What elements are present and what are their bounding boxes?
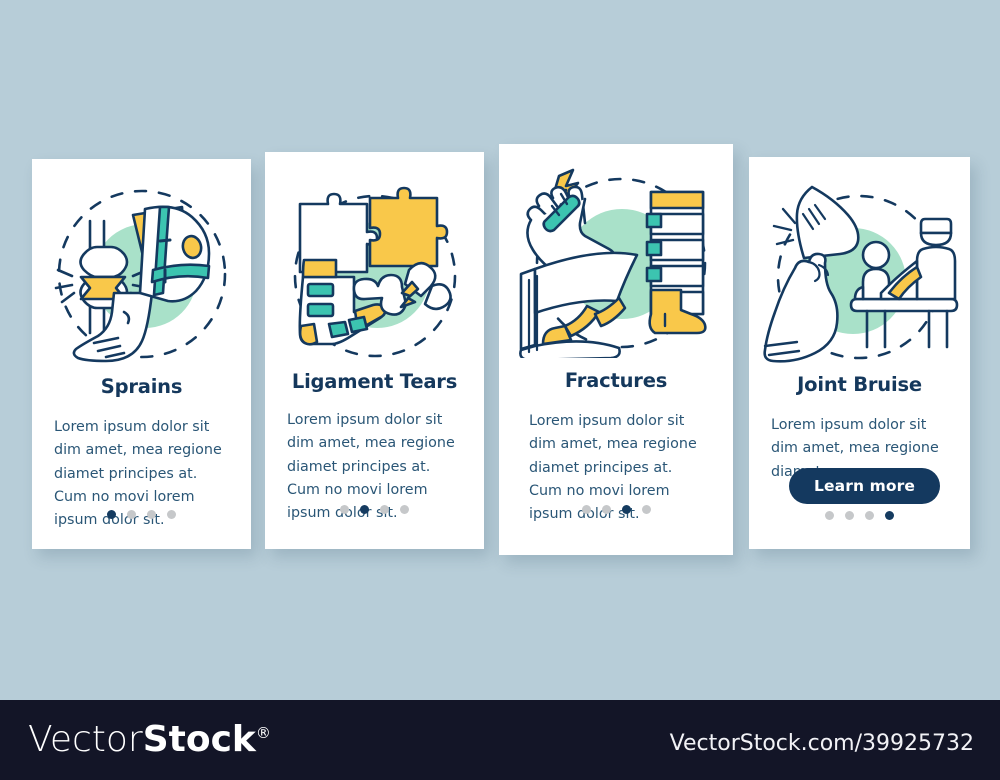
pagination-dot[interactable] xyxy=(601,505,611,514)
torn-ligament-puzzle-icon xyxy=(265,180,484,365)
onboarding-card-ligament-tears[interactable]: Ligament Tears Lorem ipsum dolor sit dim… xyxy=(265,152,484,549)
pagination-dot[interactable] xyxy=(845,511,854,520)
pagination-dot[interactable] xyxy=(127,510,136,519)
pagination-dot[interactable] xyxy=(825,511,834,520)
pagination-dot[interactable] xyxy=(380,505,389,514)
card-title: Ligament Tears xyxy=(291,370,458,393)
pagination-dot[interactable] xyxy=(865,511,874,520)
logo-word-vector: Vector xyxy=(28,719,143,760)
pagination-dot[interactable] xyxy=(340,505,349,514)
card-title: Sprains xyxy=(100,375,183,398)
pagination-dot[interactable] xyxy=(641,505,651,514)
pagination-dot[interactable] xyxy=(167,510,176,519)
pagination-dot[interactable] xyxy=(400,505,409,514)
pagination-dot[interactable] xyxy=(621,505,631,514)
card-title: Joint Bruise xyxy=(797,373,922,396)
sprained-knee-brace-icon xyxy=(32,181,251,366)
pagination-dot[interactable] xyxy=(147,510,156,519)
broken-bone-cast-icon xyxy=(499,162,733,358)
watermark-site-url: VectorStock.com/39925732 xyxy=(669,731,974,756)
vectorstock-logo: VectorStock® xyxy=(28,719,271,760)
bruised-arm-therapy-icon xyxy=(749,181,970,366)
registered-trademark-icon: ® xyxy=(255,724,271,742)
pagination-dot[interactable] xyxy=(581,505,591,514)
pagination-dot[interactable] xyxy=(107,510,116,519)
pagination-dots[interactable] xyxy=(32,510,251,519)
card-title: Fractures xyxy=(564,369,668,392)
watermark-footer-bar: VectorStock® VectorStock.com/39925732 xyxy=(0,700,1000,780)
pagination-dots[interactable] xyxy=(499,505,733,514)
onboarding-card-sprains[interactable]: Sprains Lorem ipsum dolor sit dim amet, … xyxy=(32,159,251,549)
logo-word-stock: Stock xyxy=(142,719,256,760)
learn-more-button[interactable]: Learn more xyxy=(789,468,940,504)
onboarding-card-fractures[interactable]: Fractures Lorem ipsum dolor sit dim amet… xyxy=(499,144,733,555)
pagination-dot[interactable] xyxy=(360,505,369,514)
pagination-dots[interactable] xyxy=(265,505,484,514)
screenshot-stage: Sprains Lorem ipsum dolor sit dim amet, … xyxy=(0,0,1000,780)
pagination-dots[interactable] xyxy=(749,511,970,520)
onboarding-card-joint-bruise[interactable]: Joint Bruise Lorem ipsum dolor sit dim a… xyxy=(749,157,970,549)
onboarding-cards-row: Sprains Lorem ipsum dolor sit dim amet, … xyxy=(0,0,1000,700)
pagination-dot[interactable] xyxy=(885,511,894,520)
